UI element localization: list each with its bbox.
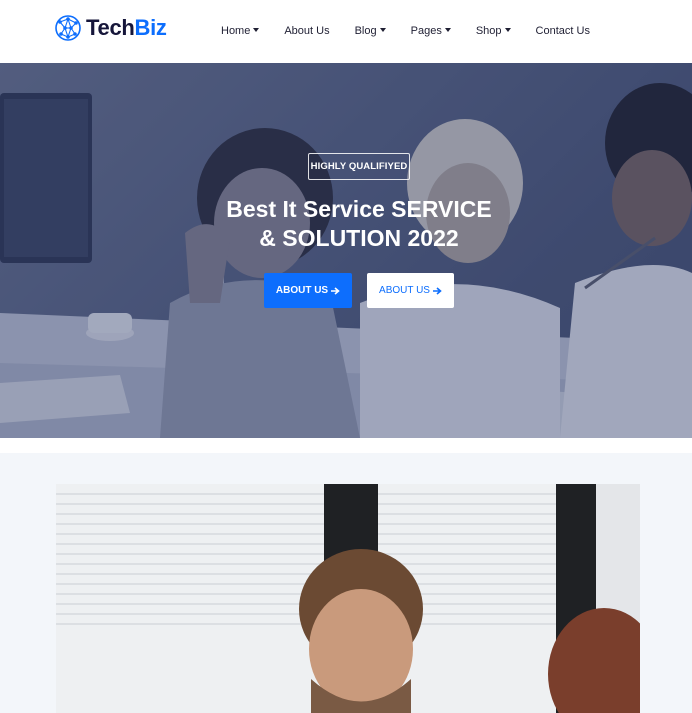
nav-item-home[interactable]: Home <box>221 25 260 37</box>
nav-item-label: Blog <box>354 25 377 37</box>
arrow-right-icon <box>331 286 340 295</box>
arrow-right-icon <box>432 286 442 295</box>
button-label: ABOUT US <box>379 285 430 296</box>
nav-item-blog[interactable]: Blog <box>355 25 386 37</box>
about-us-primary-button[interactable]: ABOUT US <box>264 273 352 308</box>
nav-item-contact-us[interactable]: Contact Us <box>536 25 590 37</box>
hero-badge: HIGHLY QUALIFIYED <box>308 153 410 180</box>
nav-item-shop[interactable]: Shop <box>476 25 511 37</box>
hero-title-line1: Best It Service SERVICE <box>226 196 492 222</box>
hero-title-line2: & SOLUTION 2022 <box>259 225 459 251</box>
nav-item-label: Pages <box>410 25 442 37</box>
about-photo <box>56 484 640 713</box>
brand-name: TechBiz <box>86 15 167 41</box>
nav-item-label: Contact Us <box>535 25 590 37</box>
main-nav: Home About Us Blog Pages Shop Contact Us <box>221 22 590 40</box>
globe-network-icon <box>55 15 81 41</box>
brand-name-part2: Biz <box>134 15 167 40</box>
brand-name-part1: Tech <box>86 15 135 40</box>
hero-title: Best It Service SERVICE & SOLUTION 2022 <box>196 195 522 253</box>
caret-down-icon <box>504 27 511 32</box>
nav-item-label: About Us <box>284 25 330 37</box>
caret-down-icon <box>253 27 260 32</box>
site-header: TechBiz Home About Us Blog Pages Shop Co… <box>0 0 692 63</box>
nav-item-label: Shop <box>475 25 502 37</box>
about-photo-image <box>56 484 640 713</box>
brand-logo[interactable]: TechBiz <box>54 13 167 43</box>
nav-item-about-us[interactable]: About Us <box>284 25 329 37</box>
nav-item-pages[interactable]: Pages <box>411 25 451 37</box>
hero-banner: HIGHLY QUALIFIYED Best It Service SERVIC… <box>0 63 692 438</box>
nav-item-label: Home <box>221 25 251 37</box>
button-label: ABOUT US <box>275 285 329 296</box>
caret-down-icon <box>379 27 386 32</box>
about-us-secondary-button[interactable]: ABOUT US <box>367 273 454 308</box>
caret-down-icon <box>444 27 451 32</box>
